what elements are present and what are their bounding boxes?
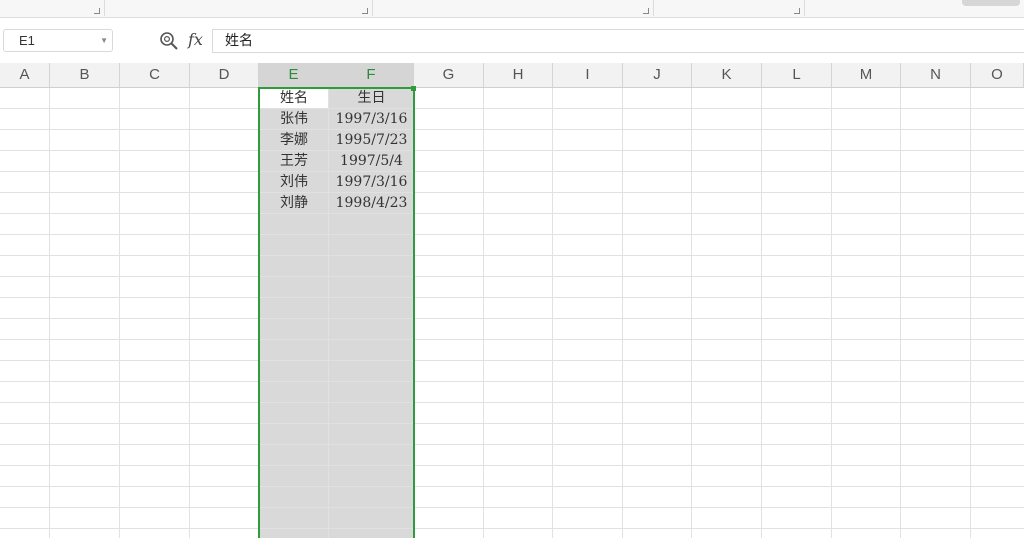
column-header-l[interactable]: L [762, 63, 832, 87]
row-gridline [0, 444, 1024, 445]
column-header-k[interactable]: K [692, 63, 762, 87]
selection-border [258, 87, 415, 538]
column-gridline [622, 88, 623, 538]
row-gridline [0, 360, 1024, 361]
column-header-i[interactable]: I [553, 63, 623, 87]
formula-input[interactable]: 姓名 [212, 29, 1024, 53]
column-header-g[interactable]: G [414, 63, 484, 87]
column-gridline [552, 88, 553, 538]
name-box-value: E1 [19, 33, 35, 48]
column-header-o[interactable]: O [971, 63, 1024, 87]
column-gridline [761, 88, 762, 538]
dialog-launcher-icon[interactable] [643, 8, 649, 14]
ribbon-group [372, 0, 654, 16]
ribbon-group [0, 0, 105, 16]
fx-icon[interactable]: fx [188, 30, 203, 50]
row-gridline [0, 171, 1024, 172]
column-header-j[interactable]: J [623, 63, 692, 87]
column-header-h[interactable]: H [484, 63, 553, 87]
row-gridline [0, 339, 1024, 340]
column-gridline [831, 88, 832, 538]
row-gridline [0, 108, 1024, 109]
row-gridline [0, 423, 1024, 424]
chevron-down-icon[interactable]: ▼ [100, 30, 108, 51]
row-gridline [0, 213, 1024, 214]
row-gridline [0, 318, 1024, 319]
column-gridline [189, 88, 190, 538]
column-gridline [900, 88, 901, 538]
formula-bar: E1 ▼ fx 姓名 [0, 18, 1024, 63]
ribbon-group [104, 0, 373, 16]
ribbon-strip [0, 0, 1024, 18]
dialog-launcher-icon[interactable] [794, 8, 800, 14]
column-header-m[interactable]: M [832, 63, 901, 87]
row-gridline [0, 150, 1024, 151]
row-gridline [0, 507, 1024, 508]
row-gridline [0, 192, 1024, 193]
zoom-icon[interactable] [159, 31, 179, 51]
row-gridline [0, 129, 1024, 130]
name-box[interactable]: E1 ▼ [3, 29, 113, 52]
column-header-b[interactable]: B [50, 63, 120, 87]
row-gridline [0, 297, 1024, 298]
row-gridline [0, 255, 1024, 256]
row-gridline [0, 276, 1024, 277]
column-header-e[interactable]: E [259, 63, 329, 87]
dialog-launcher-icon[interactable] [94, 8, 100, 14]
cell-area[interactable]: 姓名 生日 张伟 1997/3/16 李娜 1995/7/23 王芳 1997/5/4 刘伟 19… [0, 86, 1024, 538]
row-gridline [0, 486, 1024, 487]
row-gridline [0, 234, 1024, 235]
fill-handle[interactable] [411, 86, 416, 91]
column-gridline [691, 88, 692, 538]
column-header-c[interactable]: C [120, 63, 190, 87]
dialog-launcher-icon[interactable] [362, 8, 368, 14]
row-gridline [0, 465, 1024, 466]
row-gridline [0, 528, 1024, 529]
row-gridline [0, 402, 1024, 403]
column-header-a[interactable]: A [0, 63, 50, 87]
column-header-n[interactable]: N [901, 63, 971, 87]
ribbon-scrollbar[interactable] [962, 0, 1020, 6]
ribbon-group [653, 0, 805, 16]
column-gridline [49, 88, 50, 538]
row-gridline [0, 381, 1024, 382]
column-headers: ABCDEFGHIJKLMNO [0, 63, 1024, 88]
column-gridline [119, 88, 120, 538]
spreadsheet-grid: ABCDEFGHIJKLMNO 姓名 生日 张伟 1997/3/16 李娜 1995/7/… [0, 63, 1024, 538]
column-header-f[interactable]: F [329, 63, 414, 87]
column-gridline [970, 88, 971, 538]
column-header-d[interactable]: D [190, 63, 259, 87]
column-gridline [483, 88, 484, 538]
